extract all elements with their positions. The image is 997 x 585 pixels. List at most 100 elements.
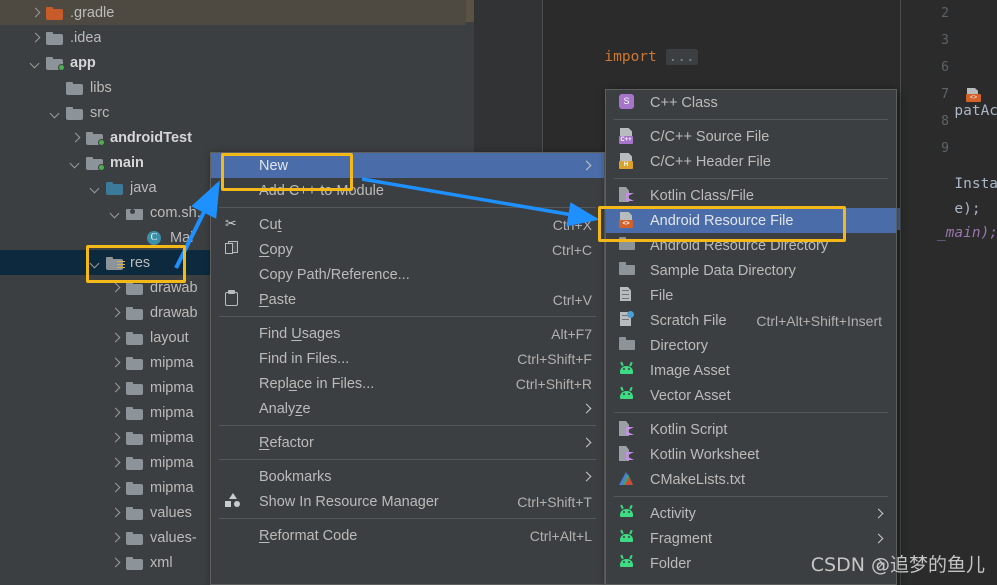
submenu-item-vectorasset[interactable]: Vector Asset [606, 383, 896, 408]
tree-item-label: com.sh. [150, 205, 201, 221]
context-menu-item-findusages[interactable]: Find UsagesAlt+F7 [211, 321, 604, 346]
scissors-icon: ✂ [225, 216, 242, 233]
chevron-right-icon[interactable] [108, 555, 124, 571]
menu-separator [614, 178, 888, 179]
context-menu-item-showinresourcemanager[interactable]: Show In Resource ManagerCtrl+Shift+T [211, 489, 604, 514]
menu-item-label: Paste [259, 292, 296, 308]
chevron-right-icon [582, 438, 592, 448]
submenu-item-androidresourcefile[interactable]: <>Android Resource File [606, 208, 896, 233]
context-menu-item-paste[interactable]: Paste Ctrl+V [211, 287, 604, 312]
context-menu-item-refactor[interactable]: Refactor [211, 430, 604, 455]
context-menu[interactable]: New Add C++ to Module ✂CutCtrl+XCopyCtrl+C… [210, 152, 605, 585]
chevron-down-icon[interactable] [28, 55, 44, 71]
submenu-item-androidresourcedirectory[interactable]: Android Resource Directory [606, 233, 896, 258]
menu-item-shortcut: Ctrl+V [553, 292, 592, 308]
chevron-right-icon[interactable] [28, 5, 44, 21]
context-menu-item-reformatcode[interactable]: Reformat CodeCtrl+Alt+L [211, 523, 604, 548]
tree-item-label: .gradle [70, 5, 114, 21]
tree-item-src[interactable]: src [0, 100, 466, 125]
line-number: 6 [921, 60, 949, 75]
submenu-item-cc++headerfile[interactable]: HC/C++ Header File [606, 149, 896, 174]
chevron-down-icon[interactable] [68, 155, 84, 171]
chevron-right-icon[interactable] [108, 405, 124, 421]
chevron-down-icon[interactable] [88, 255, 104, 271]
folder-icon [126, 281, 144, 295]
folder-module-icon [86, 131, 104, 145]
android-icon [619, 505, 636, 522]
context-menu-item-copy[interactable]: CopyCtrl+C [211, 237, 604, 262]
menu-item-label: Bookmarks [259, 469, 332, 485]
menu-item-label: Android Resource Directory [650, 238, 828, 254]
paste-icon [225, 291, 242, 308]
submenu-item-kotlinscript[interactable]: Kotlin Script [606, 417, 896, 442]
screenshot-root: 2 3 6 7 8 9 + <> import ... public @Ov p… [0, 0, 997, 585]
menu-item-label: Copy Path/Reference... [259, 267, 410, 283]
tree-item-app[interactable]: app [0, 50, 466, 75]
chevron-right-icon[interactable] [108, 330, 124, 346]
tree-item-label: values [150, 505, 192, 521]
submenu-item-kotlinworksheet[interactable]: Kotlin Worksheet [606, 442, 896, 467]
context-menu-item-findinfiles[interactable]: Find in Files...Ctrl+Shift+F [211, 346, 604, 371]
context-menu-item-analyze[interactable]: Analyze [211, 396, 604, 421]
tree-item-label: src [90, 105, 109, 121]
tree-item-libs[interactable]: libs [0, 75, 466, 100]
submenu-item-fragment[interactable]: Fragment [606, 526, 896, 551]
context-menu-item-new[interactable]: New [211, 153, 604, 178]
submenu-item-cc++sourcefile[interactable]: C++C/C++ Source File [606, 124, 896, 149]
tree-item-label: layout [150, 330, 189, 346]
chevron-right-icon[interactable] [108, 480, 124, 496]
new-submenu[interactable]: SC++ Class C++C/C++ Source FileHC/C++ Hea… [605, 89, 897, 585]
menu-item-label: Refactor [259, 435, 314, 451]
submenu-item-scratchfile[interactable]: Scratch FileCtrl+Alt+Shift+Insert [606, 308, 896, 333]
context-menu-item-copypathreference[interactable]: Copy Path/Reference... [211, 262, 604, 287]
chevron-right-icon[interactable] [108, 305, 124, 321]
folder-icon [619, 237, 636, 254]
submenu-item-file[interactable]: File [606, 283, 896, 308]
chevron-right-icon [582, 161, 592, 171]
tree-item-label: values- [150, 530, 197, 546]
chevron-right-icon[interactable] [28, 30, 44, 46]
menu-item-label: Kotlin Class/File [650, 188, 754, 204]
chevron-down-icon[interactable] [108, 205, 124, 221]
folder-icon [126, 406, 144, 420]
chevron-right-icon[interactable] [68, 130, 84, 146]
submenu-item-directory[interactable]: Directory [606, 333, 896, 358]
folder-icon [126, 506, 144, 520]
menu-item-label: Folder [650, 556, 691, 572]
submenu-item-cmakeliststxt[interactable]: CMakeLists.txt [606, 467, 896, 492]
menu-item-label: C++ Class [650, 95, 718, 111]
tree-item-idea[interactable]: .idea [0, 25, 466, 50]
chevron-right-icon[interactable] [108, 355, 124, 371]
chevron-right-icon[interactable] [108, 280, 124, 296]
watermark-text: CSDN @追梦的鱼儿 [811, 550, 985, 577]
chevron-right-icon[interactable] [108, 455, 124, 471]
tree-item-androidtest[interactable]: androidTest [0, 125, 466, 150]
menu-item-label: Kotlin Script [650, 422, 727, 438]
context-menu-item-replaceinfiles[interactable]: Replace in Files...Ctrl+Shift+R [211, 371, 604, 396]
chevron-right-icon[interactable] [108, 430, 124, 446]
code-fold-dots[interactable]: ... [666, 49, 698, 65]
submenu-item-activity[interactable]: Activity [606, 501, 896, 526]
chevron-right-icon[interactable] [108, 505, 124, 521]
chevron-right-icon[interactable] [108, 380, 124, 396]
submenu-item-imageasset[interactable]: Image Asset [606, 358, 896, 383]
menu-separator [219, 425, 596, 426]
context-menu-item-cut[interactable]: ✂CutCtrl+X [211, 212, 604, 237]
submenu-item-kotlinclassfile[interactable]: Kotlin Class/File [606, 183, 896, 208]
context-menu-item-bookmarks[interactable]: Bookmarks [211, 464, 604, 489]
menu-item-label: Add C++ to Module [259, 183, 384, 199]
tree-item-label: java [130, 180, 157, 196]
chevron-right-icon[interactable] [108, 530, 124, 546]
chevron-down-icon[interactable] [88, 180, 104, 196]
menu-item-shortcut: Ctrl+C [552, 242, 592, 258]
tree-item-gradle[interactable]: .gradle [0, 0, 466, 25]
folder-icon [126, 456, 144, 470]
folder-blue-icon [106, 181, 124, 195]
menu-separator [614, 412, 888, 413]
submenu-item-c++class[interactable]: SC++ Class [606, 90, 896, 115]
context-menu-item-addc++tomodule[interactable]: Add C++ to Module [211, 178, 604, 203]
menu-item-label: Fragment [650, 531, 712, 547]
submenu-item-sampledatadirectory[interactable]: Sample Data Directory [606, 258, 896, 283]
folder-icon [126, 356, 144, 370]
chevron-down-icon[interactable] [48, 105, 64, 121]
